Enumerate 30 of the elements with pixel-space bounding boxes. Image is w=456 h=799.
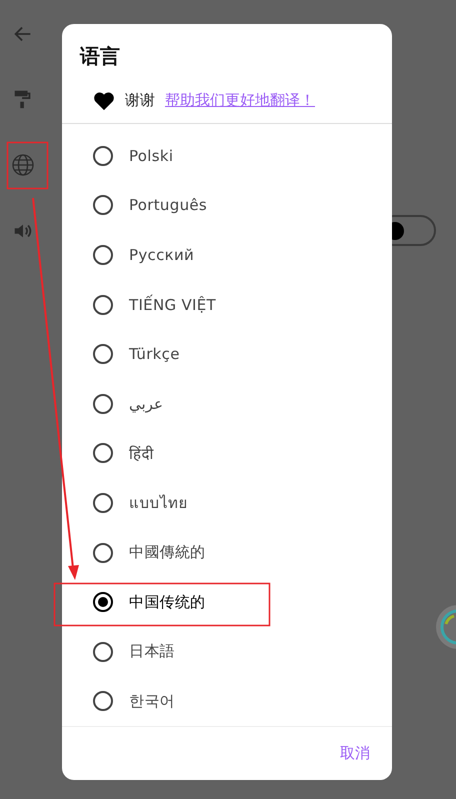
radio-button[interactable] (93, 244, 113, 265)
radio-button[interactable] (93, 146, 113, 166)
language-option[interactable]: Türkçe (62, 329, 392, 379)
radio-button[interactable] (93, 691, 113, 712)
language-option[interactable]: TIẾNG VIỆT (62, 280, 392, 330)
language-option[interactable]: 中國傳統的 (62, 528, 392, 578)
language-option[interactable]: Português (62, 180, 392, 230)
radio-button[interactable] (93, 592, 113, 612)
translate-link[interactable]: 帮助我们更好地翻译！ (165, 91, 315, 110)
radio-button[interactable] (93, 642, 113, 662)
heart-icon (93, 90, 115, 110)
radio-button[interactable] (93, 294, 113, 315)
language-option[interactable]: Polski (62, 131, 392, 181)
radio-button[interactable] (93, 492, 113, 513)
language-option[interactable]: 한국어 (62, 676, 392, 726)
highlight-frame (6, 142, 48, 190)
radio-button[interactable] (93, 542, 113, 563)
language-option[interactable]: عربي (62, 378, 392, 429)
cancel-button[interactable]: 取消 (332, 738, 378, 769)
radio-button[interactable] (93, 394, 113, 414)
radio-button[interactable] (93, 443, 113, 464)
language-option[interactable]: Русский (62, 230, 392, 280)
language-option[interactable]: แบบไทย (62, 478, 392, 528)
thanks-text: 谢谢 (125, 91, 155, 110)
radio-button[interactable] (93, 344, 113, 364)
language-option[interactable]: 日本語 (62, 626, 392, 677)
radio-button[interactable] (93, 195, 113, 216)
language-option[interactable]: हिंदी (62, 428, 392, 478)
language-option[interactable]: 中国传统的 (62, 577, 392, 627)
dialog-title: 语言 (78, 43, 121, 70)
